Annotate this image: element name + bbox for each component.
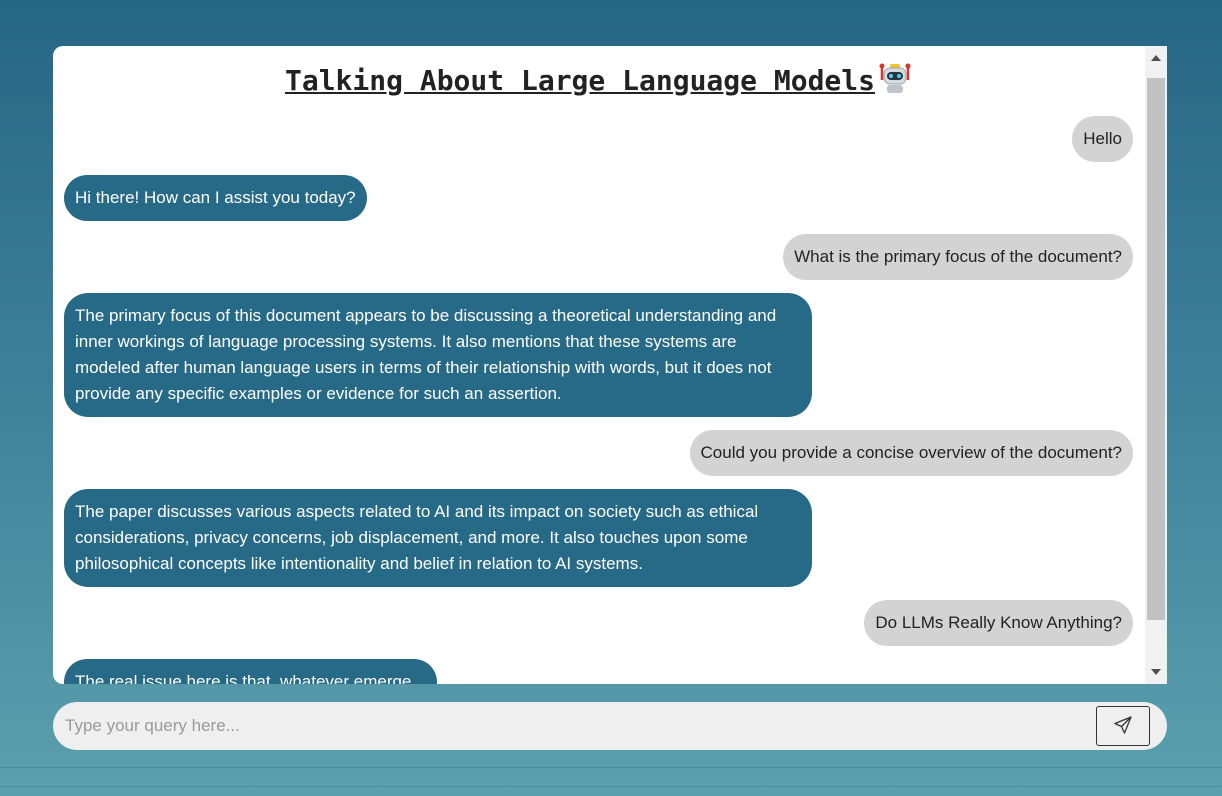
- scrollbar-thumb[interactable]: [1147, 78, 1165, 620]
- bot-message: Hi there! How can I assist you today?: [64, 175, 367, 221]
- robot-icon: [877, 62, 913, 103]
- query-input[interactable]: [65, 702, 1085, 750]
- vertical-scrollbar[interactable]: [1145, 46, 1167, 684]
- user-message: Do LLMs Really Know Anything?: [864, 600, 1133, 646]
- chat-window: Talking About Large Language Models Hell…: [53, 46, 1167, 684]
- bot-message: The primary focus of this document appea…: [64, 293, 812, 417]
- send-button[interactable]: [1096, 706, 1150, 746]
- bot-message: The paper discusses various aspects rela…: [64, 489, 812, 587]
- user-message: Could you provide a concise overview of …: [689, 430, 1133, 476]
- user-message: What is the primary focus of the documen…: [783, 234, 1133, 280]
- title-text: Talking About Large Language Models: [284, 64, 875, 97]
- scroll-down-arrow-icon[interactable]: [1145, 660, 1167, 682]
- footer-divider: [0, 767, 1222, 768]
- scroll-up-arrow-icon[interactable]: [1145, 48, 1167, 70]
- page-title: Talking About Large Language Models: [53, 46, 1145, 102]
- chat-scroll-area[interactable]: Talking About Large Language Models Hell…: [53, 46, 1145, 684]
- bot-message: The real issue here is that, whatever em…: [64, 659, 437, 684]
- user-message: Hello: [1072, 116, 1133, 162]
- send-icon: [1113, 715, 1133, 738]
- footer-divider: [0, 786, 1222, 787]
- query-bar: [53, 702, 1167, 750]
